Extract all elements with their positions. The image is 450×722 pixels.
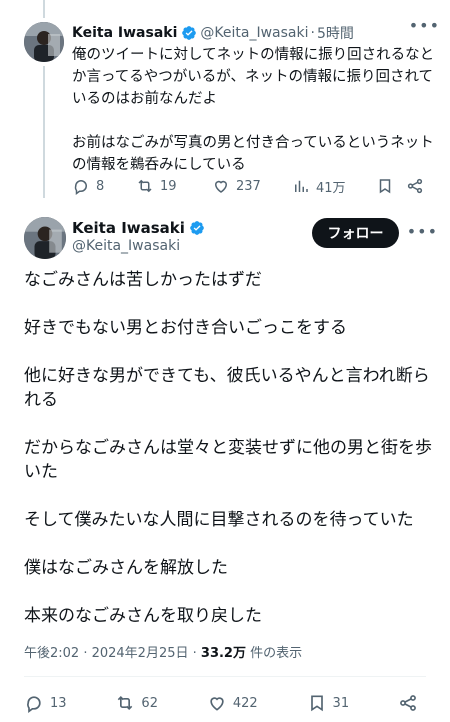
tweet-line: だからなごみさんは堂々と変装せずに他の男と街を歩いた — [24, 438, 432, 482]
main-tweet-name-row: Keita Iwasaki — [72, 218, 208, 238]
avatar-image — [24, 22, 64, 62]
author-name[interactable]: Keita Iwasaki — [72, 25, 177, 41]
like-button[interactable]: 422 — [207, 693, 258, 713]
verified-icon — [182, 26, 197, 40]
views-icon — [295, 180, 308, 192]
share-button[interactable] — [406, 177, 432, 195]
parent-tweet-paragraph: お前はなごみが写真の男と付き合っているというネットの情報を鵜呑みにしている — [72, 135, 434, 173]
author-name[interactable]: Keita Iwasaki — [72, 219, 185, 237]
more-icon[interactable]: ••• — [407, 222, 438, 241]
follow-button[interactable]: フォロー — [312, 218, 399, 248]
reply-button[interactable]: 13 — [24, 693, 67, 713]
tweet-line: 本来のなごみさんを取り戻した — [24, 606, 262, 626]
share-icon — [400, 695, 416, 711]
repost-button[interactable]: 62 — [115, 693, 158, 713]
thread-line — [43, 66, 45, 198]
author-handle[interactable]: @Keita_Iwasaki — [72, 238, 180, 254]
tweet-line: なごみさんは苦しかったはずだ — [24, 270, 262, 290]
tweet-line: 他に好きな男ができても、彼氏いるやんと言われ断られる — [24, 366, 430, 410]
repost-icon — [138, 179, 152, 193]
separator-dot: · — [310, 25, 315, 41]
tweet-line: 僕はなごみさんを解放した — [24, 558, 228, 578]
separator-dot: · — [192, 646, 201, 661]
page: Keita Iwasaki @Keita_Iwasaki · 5時間 ••• 俺… — [0, 0, 450, 722]
reply-button[interactable]: 8 — [72, 177, 136, 195]
avatar[interactable] — [24, 22, 64, 62]
parent-tweet-paragraph: 俺のツイートに対してネットの情報に振り回されるなとか言ってるやつがいるが、ネット… — [72, 47, 435, 107]
thread-line-top — [43, 0, 45, 18]
tweet-time[interactable]: 5時間 — [317, 23, 354, 43]
parent-tweet-header: Keita Iwasaki @Keita_Iwasaki · 5時間 ••• — [72, 16, 440, 44]
tweet-line: 好きでもない男とお付き合いごっこをする — [24, 318, 347, 338]
main-tweet-actions: 13 62 422 31 — [24, 690, 424, 716]
like-button[interactable]: 237 — [212, 177, 292, 195]
bookmark-button[interactable] — [376, 177, 406, 195]
reply-icon — [27, 696, 41, 713]
reply-count: 8 — [96, 178, 105, 194]
tweet-timestamp[interactable]: 午後2:02 · 2024年2月25日 — [24, 646, 189, 661]
avatar[interactable] — [24, 217, 66, 259]
views-button[interactable]: 41万 — [292, 177, 376, 196]
bookmark-icon — [310, 695, 323, 712]
like-icon — [214, 180, 228, 193]
bookmark-count: 31 — [332, 695, 350, 711]
tweet-line: そして僕みたいな人間に目撃されるのを待っていた — [24, 510, 414, 530]
like-icon — [210, 697, 224, 711]
repost-icon — [118, 695, 133, 711]
share-button[interactable] — [398, 693, 424, 713]
reply-count: 13 — [50, 695, 67, 711]
views-count: 41万 — [316, 180, 346, 196]
reply-icon — [74, 179, 87, 195]
divider — [24, 676, 426, 677]
parent-tweet-text: 俺のツイートに対してネットの情報に振り回されるなとか言ってるやつがいるが、ネット… — [72, 44, 440, 176]
bookmark-icon — [379, 179, 391, 194]
repost-count: 62 — [141, 695, 158, 711]
tweet-meta: 午後2:02 · 2024年2月25日 · 33.2万 件の表示 — [24, 642, 302, 661]
like-count: 237 — [236, 178, 261, 194]
like-count: 422 — [232, 695, 258, 711]
bookmark-button[interactable]: 31 — [307, 693, 350, 713]
more-icon[interactable]: ••• — [409, 16, 440, 35]
parent-tweet-actions: 8 19 237 41万 — [72, 174, 432, 198]
repost-count: 19 — [160, 178, 177, 194]
view-suffix: 件の表示 — [250, 646, 303, 661]
repost-button[interactable]: 19 — [136, 177, 212, 195]
avatar-image — [24, 217, 66, 259]
verified-icon — [190, 221, 204, 235]
author-handle[interactable]: @Keita_Iwasaki — [200, 25, 308, 41]
main-tweet-text: なごみさんは苦しかったはずだ 好きでもない男とお付き合いごっこをする 他に好きな… — [24, 268, 434, 652]
view-count: 33.2万 — [200, 646, 246, 661]
share-icon — [407, 178, 423, 194]
